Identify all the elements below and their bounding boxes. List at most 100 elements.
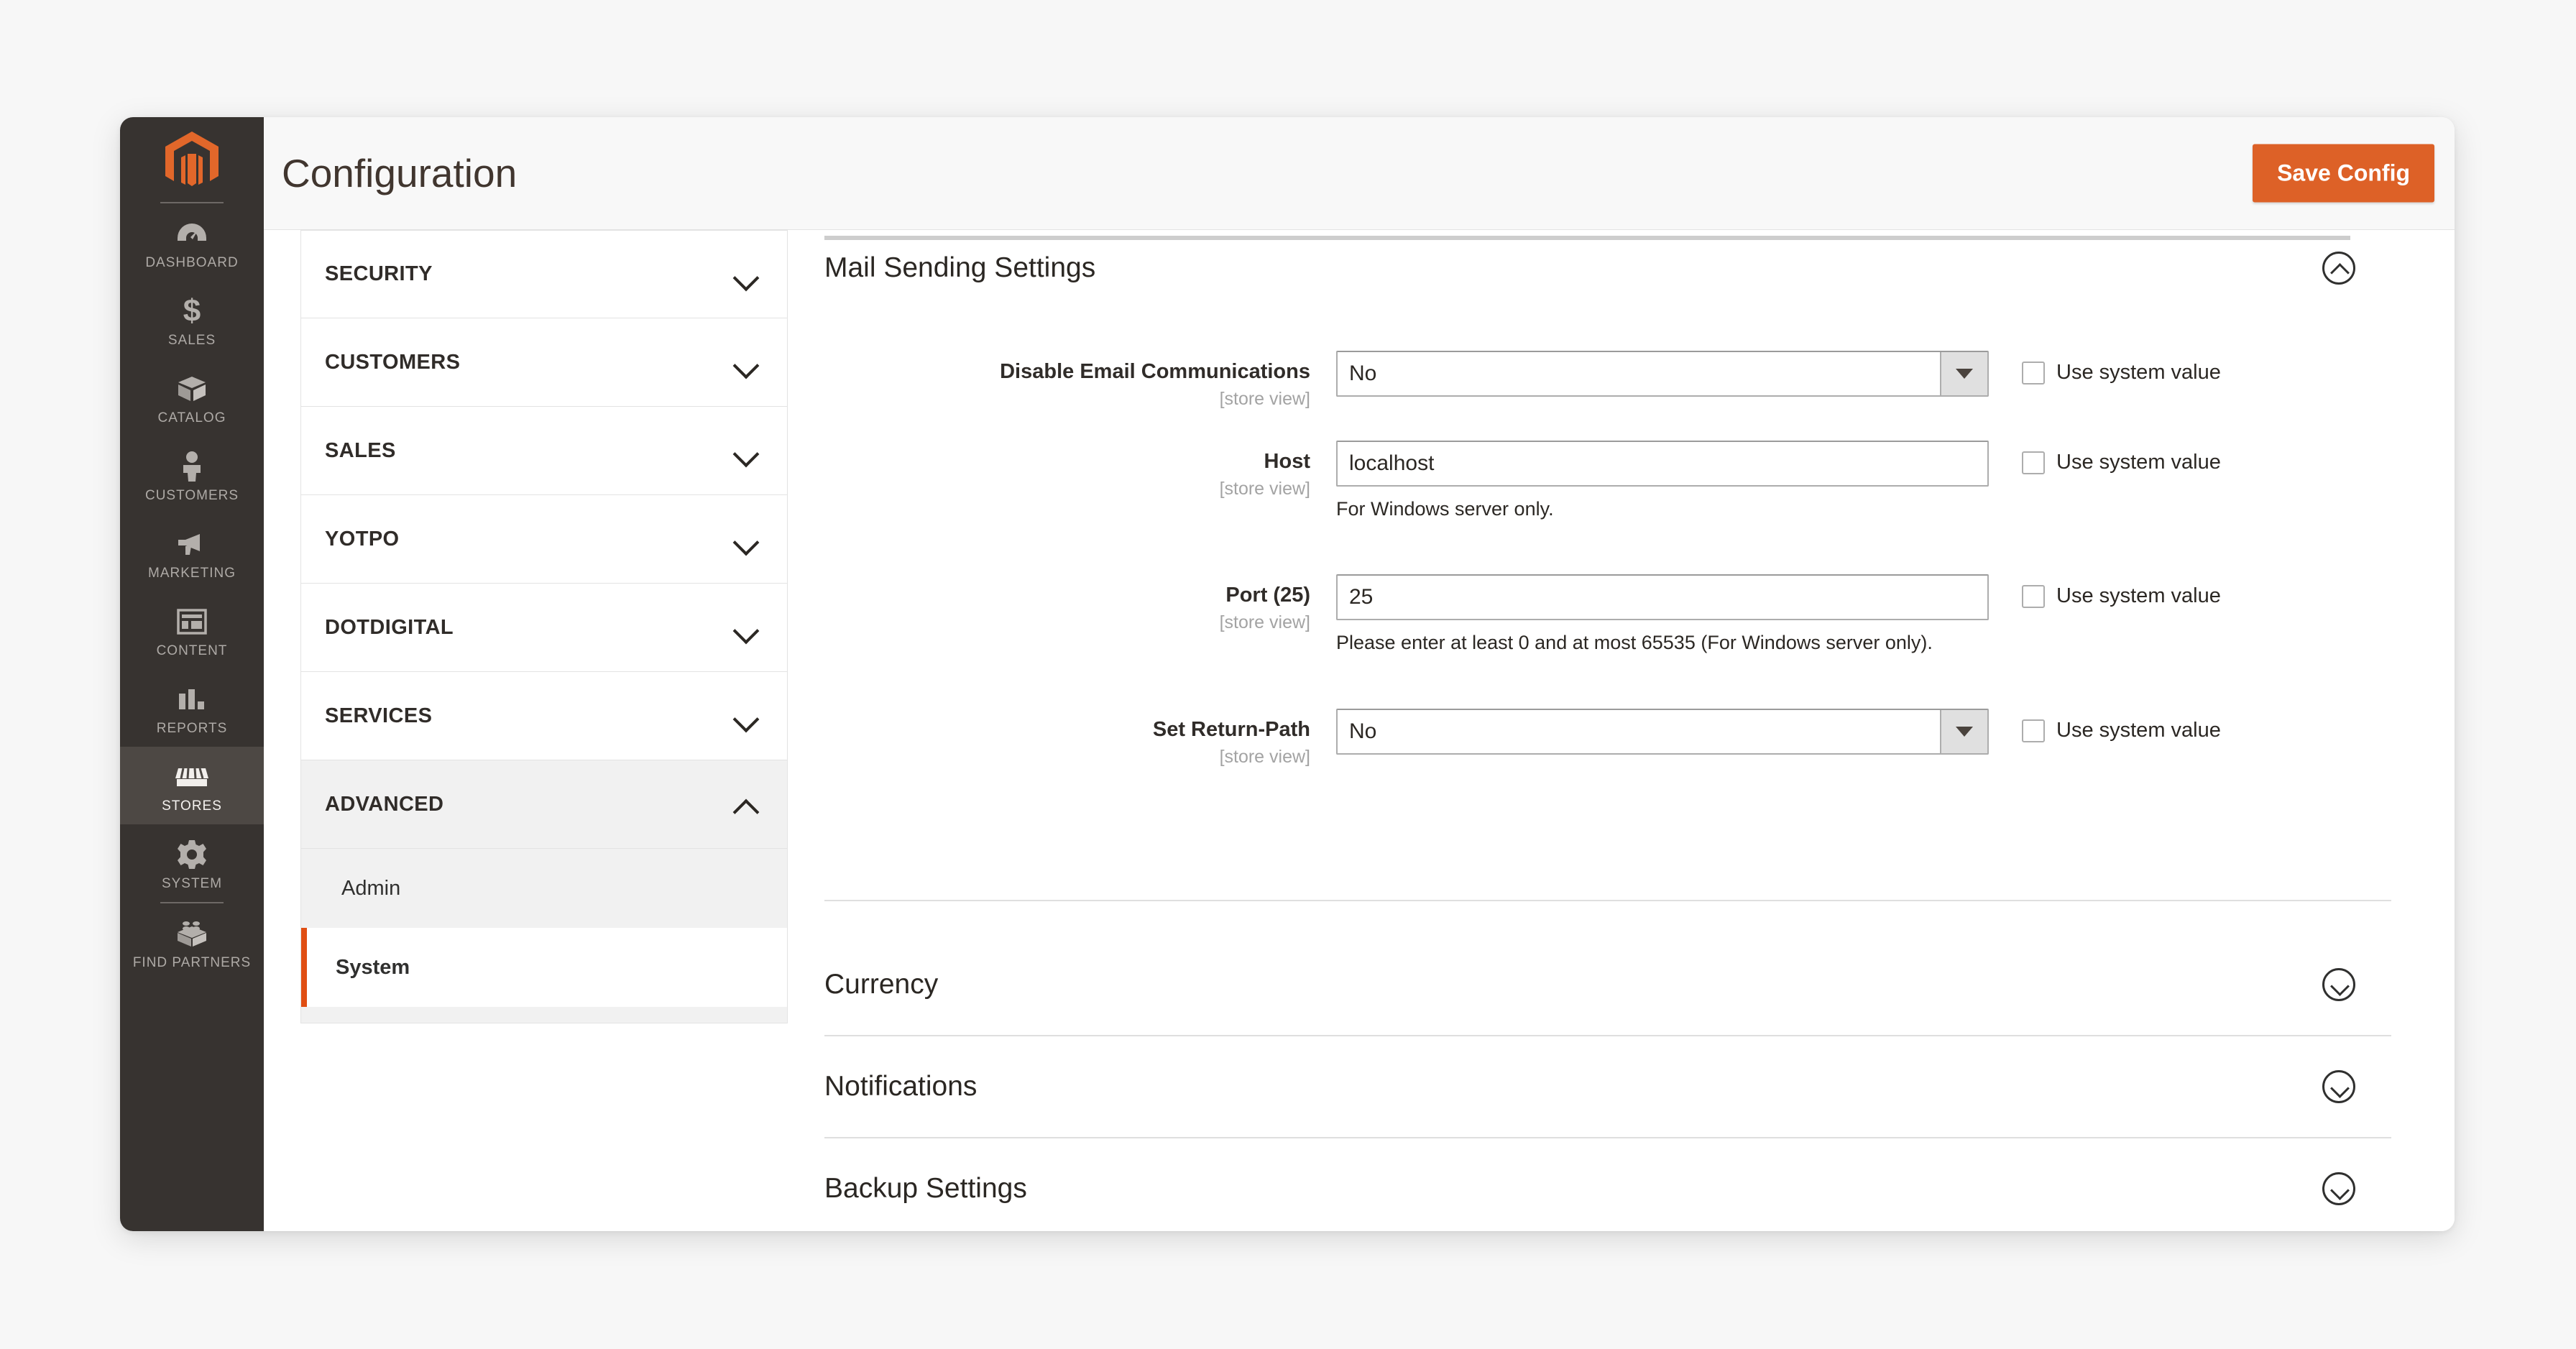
sidebar-item-find-partners[interactable]: FIND PARTNERS	[120, 903, 264, 981]
section-title: Mail Sending Settings	[824, 252, 1096, 283]
field-scope: [store view]	[1219, 612, 1310, 632]
sidebar-item-label: CONTENT	[156, 643, 228, 658]
use-system-value-toggle[interactable]: Use system value	[2022, 351, 2221, 385]
port-input[interactable]: 25	[1336, 574, 1989, 620]
save-config-button[interactable]: Save Config	[2253, 144, 2434, 203]
admin-sidebar: DASHBOARD $ SALES CATALOG CUSTOMERS MARK…	[120, 117, 264, 1231]
field-scope: [store view]	[1219, 388, 1310, 409]
field-hint: For Windows server only.	[1336, 498, 1554, 520]
sidebar-item-content[interactable]: CONTENT	[120, 591, 264, 669]
chevron-down-icon	[734, 443, 758, 458]
sidebar-item-label: STORES	[162, 798, 222, 814]
page-body: SECURITY CUSTOMERS SALES YOTPO DOTDIGITA…	[264, 230, 2455, 1231]
field-scope: [store view]	[1219, 746, 1310, 767]
field-control: No	[1336, 351, 1989, 397]
sidebar-item-stores[interactable]: STORES	[120, 747, 264, 824]
use-system-value-checkbox[interactable]	[2022, 451, 2045, 474]
use-system-value-toggle[interactable]: Use system value	[2022, 441, 2221, 474]
field-hint: Please enter at least 0 and at most 6553…	[1336, 632, 1933, 653]
nav-section-services[interactable]: SERVICES	[300, 672, 788, 760]
use-system-value-toggle[interactable]: Use system value	[2022, 709, 2221, 742]
gear-icon	[120, 837, 264, 872]
chevron-down-icon	[734, 620, 758, 635]
field-control: localhost For Windows server only.	[1336, 441, 1989, 520]
nav-section-security[interactable]: SECURITY	[300, 230, 788, 318]
sidebar-item-system[interactable]: SYSTEM	[120, 824, 264, 902]
set-return-path-select[interactable]: No	[1336, 709, 1989, 755]
section-divider	[824, 900, 2391, 901]
chevron-up-icon	[734, 797, 758, 811]
nav-section-label: SECURITY	[325, 262, 433, 285]
sidebar-item-dashboard[interactable]: DASHBOARD	[120, 203, 264, 281]
use-system-value-toggle[interactable]: Use system value	[2022, 574, 2221, 608]
chevron-up-circle-icon[interactable]	[2322, 252, 2355, 285]
nav-section-label: DOTDIGITAL	[325, 615, 454, 639]
nav-section-customers[interactable]: CUSTOMERS	[300, 318, 788, 407]
chevron-down-circle-icon[interactable]	[2322, 968, 2355, 1001]
dashboard-icon	[120, 216, 264, 251]
field-control: 25 Please enter at least 0 and at most 6…	[1336, 574, 1989, 654]
sidebar-item-label: REPORTS	[156, 721, 228, 736]
field-label: Disable Email Communications [store view…	[824, 351, 1336, 410]
field-label-text: Disable Email Communications	[1000, 360, 1310, 383]
use-system-value-checkbox[interactable]	[2022, 719, 2045, 742]
box-icon	[120, 372, 264, 406]
megaphone-icon	[120, 527, 264, 561]
nav-subitem-admin[interactable]: Admin	[301, 849, 787, 928]
select-value: No	[1349, 719, 1377, 743]
sidebar-item-sales[interactable]: $ SALES	[120, 281, 264, 359]
field-row-host: Host [store view] localhost For Windows …	[824, 441, 2355, 520]
section-title: Backup Settings	[824, 1173, 1027, 1204]
sidebar-item-catalog[interactable]: CATALOG	[120, 359, 264, 436]
nav-section-yotpo[interactable]: YOTPO	[300, 495, 788, 584]
chevron-down-icon	[734, 355, 758, 369]
use-system-value-checkbox[interactable]	[2022, 584, 2045, 608]
content-top-rule	[824, 236, 2350, 240]
nav-subitem-label: System	[336, 955, 410, 979]
chevron-down-circle-icon[interactable]	[2322, 1172, 2355, 1205]
nav-subitem-system[interactable]: System	[301, 928, 787, 1007]
config-content: Mail Sending Settings Disable Email Comm…	[788, 230, 2455, 1231]
storefront-icon	[120, 760, 264, 794]
section-header-notifications[interactable]: Notifications	[824, 1036, 2355, 1137]
host-input[interactable]: localhost	[1336, 441, 1989, 487]
field-control: No	[1336, 709, 1989, 755]
nav-section-label: YOTPO	[325, 527, 400, 551]
nav-section-advanced[interactable]: ADVANCED	[300, 760, 788, 849]
page-title: Configuration	[282, 151, 518, 195]
sidebar-item-marketing[interactable]: MARKETING	[120, 514, 264, 591]
sidebar-item-label: SALES	[167, 333, 216, 348]
page-header: Configuration Save Config	[264, 117, 2455, 230]
field-label: Port (25) [store view]	[824, 574, 1336, 633]
sidebar-item-customers[interactable]: CUSTOMERS	[120, 436, 264, 514]
use-system-value-label: Use system value	[2056, 361, 2221, 384]
nav-section-dotdigital[interactable]: DOTDIGITAL	[300, 584, 788, 672]
chevron-down-icon	[734, 267, 758, 282]
use-system-value-checkbox[interactable]	[2022, 361, 2045, 385]
nav-section-label: ADVANCED	[325, 792, 444, 816]
sidebar-item-label: CUSTOMERS	[144, 488, 239, 503]
section-header-backup-settings[interactable]: Backup Settings	[824, 1138, 2355, 1231]
chevron-down-circle-icon[interactable]	[2322, 1070, 2355, 1103]
chevron-down-icon[interactable]	[1940, 710, 1987, 753]
admin-window: DASHBOARD $ SALES CATALOG CUSTOMERS MARK…	[120, 117, 2455, 1231]
disable-email-communications-select[interactable]: No	[1336, 351, 1989, 397]
field-row-set-return-path: Set Return-Path [store view] No Use syst…	[824, 709, 2355, 768]
chevron-down-icon[interactable]	[1940, 352, 1987, 395]
dollar-icon: $	[183, 293, 201, 328]
person-icon	[120, 449, 264, 484]
nav-section-sales[interactable]: SALES	[300, 407, 788, 495]
sidebar-item-label: CATALOG	[157, 410, 226, 425]
use-system-value-label: Use system value	[2056, 719, 2221, 742]
nav-section-label: CUSTOMERS	[325, 350, 461, 374]
field-row-port: Port (25) [store view] 25 Please enter a…	[824, 574, 2355, 654]
section-header-currency[interactable]: Currency	[824, 934, 2355, 1035]
select-value: No	[1349, 362, 1377, 385]
sidebar-item-label: MARKETING	[148, 566, 236, 581]
field-scope: [store view]	[1219, 478, 1310, 499]
sidebar-item-reports[interactable]: REPORTS	[120, 669, 264, 747]
magento-logo[interactable]	[120, 117, 264, 202]
section-header-mail-sending-settings[interactable]: Mail Sending Settings	[824, 252, 2355, 285]
nav-section-label: SERVICES	[325, 704, 433, 727]
section-title: Currency	[824, 969, 939, 1000]
